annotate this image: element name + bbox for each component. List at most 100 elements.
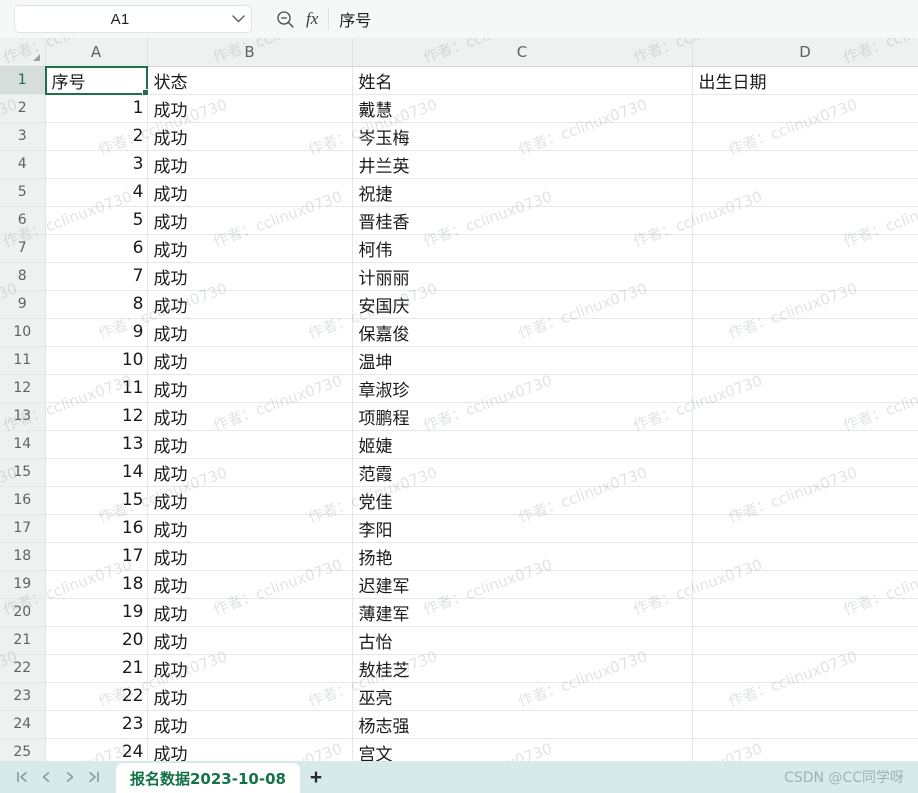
cell-c21[interactable]: 古怡 <box>352 626 693 655</box>
table-row[interactable]: 25 24 成功 宫文 <box>0 738 918 761</box>
cell-b4[interactable]: 成功 <box>147 150 353 179</box>
formula-input[interactable]: 序号 <box>339 7 371 31</box>
cell-c13[interactable]: 项鹏程 <box>352 402 693 431</box>
cell-a14[interactable]: 13 <box>45 430 148 459</box>
cell-b14[interactable]: 成功 <box>147 430 353 459</box>
cell-a4[interactable]: 3 <box>45 150 148 179</box>
row-header[interactable]: 24 <box>0 710 46 739</box>
cell-a23[interactable]: 22 <box>45 682 148 711</box>
column-header-a[interactable]: A <box>45 38 148 67</box>
row-header[interactable]: 12 <box>0 374 46 403</box>
cell-b24[interactable]: 成功 <box>147 710 353 739</box>
row-header[interactable]: 17 <box>0 514 46 543</box>
cell-c14[interactable]: 姬婕 <box>352 430 693 459</box>
table-row[interactable]: 6 5 成功 晋桂香 <box>0 206 918 235</box>
table-row[interactable]: 8 7 成功 计丽丽 <box>0 262 918 291</box>
table-row[interactable]: 22 21 成功 敖桂芝 <box>0 654 918 683</box>
table-row[interactable]: 10 9 成功 保嘉俊 <box>0 318 918 347</box>
next-sheet-icon[interactable] <box>58 764 82 790</box>
cell-c9[interactable]: 安国庆 <box>352 290 693 319</box>
cell-c6[interactable]: 晋桂香 <box>352 206 693 235</box>
cell-c5[interactable]: 祝捷 <box>352 178 693 207</box>
cell-a18[interactable]: 17 <box>45 542 148 571</box>
row-header[interactable]: 20 <box>0 598 46 627</box>
row-header[interactable]: 4 <box>0 150 46 179</box>
cell-a19[interactable]: 18 <box>45 570 148 599</box>
cell-d14[interactable] <box>692 430 918 459</box>
cell-d1[interactable]: 出生日期 <box>692 66 918 95</box>
table-row[interactable]: 12 11 成功 章淑珍 <box>0 374 918 403</box>
cell-a7[interactable]: 6 <box>45 234 148 263</box>
table-row[interactable]: 24 23 成功 杨志强 <box>0 710 918 739</box>
cell-b22[interactable]: 成功 <box>147 654 353 683</box>
cell-b21[interactable]: 成功 <box>147 626 353 655</box>
cell-c24[interactable]: 杨志强 <box>352 710 693 739</box>
cell-d8[interactable] <box>692 262 918 291</box>
cell-c15[interactable]: 范霞 <box>352 458 693 487</box>
cell-d5[interactable] <box>692 178 918 207</box>
cell-a10[interactable]: 9 <box>45 318 148 347</box>
cell-d25[interactable] <box>692 738 918 761</box>
previous-sheet-icon[interactable] <box>34 764 58 790</box>
cell-b19[interactable]: 成功 <box>147 570 353 599</box>
cell-c10[interactable]: 保嘉俊 <box>352 318 693 347</box>
cell-d9[interactable] <box>692 290 918 319</box>
table-row[interactable]: 18 17 成功 扬艳 <box>0 542 918 571</box>
cell-a6[interactable]: 5 <box>45 206 148 235</box>
first-sheet-icon[interactable] <box>10 764 34 790</box>
row-header[interactable]: 15 <box>0 458 46 487</box>
row-header[interactable]: 22 <box>0 654 46 683</box>
cell-a11[interactable]: 10 <box>45 346 148 375</box>
table-row[interactable]: 19 18 成功 迟建军 <box>0 570 918 599</box>
cell-d23[interactable] <box>692 682 918 711</box>
cell-a15[interactable]: 14 <box>45 458 148 487</box>
cell-c25[interactable]: 宫文 <box>352 738 693 761</box>
cell-d4[interactable] <box>692 150 918 179</box>
cell-a12[interactable]: 11 <box>45 374 148 403</box>
cell-d18[interactable] <box>692 542 918 571</box>
row-header[interactable]: 2 <box>0 94 46 123</box>
cell-d3[interactable] <box>692 122 918 151</box>
cell-c1[interactable]: 姓名 <box>352 66 693 95</box>
table-row[interactable]: 17 16 成功 李阳 <box>0 514 918 543</box>
row-header[interactable]: 18 <box>0 542 46 571</box>
row-header[interactable]: 1 <box>0 66 46 95</box>
table-row[interactable]: 1 序号 状态 姓名 出生日期 <box>0 66 918 95</box>
cell-a13[interactable]: 12 <box>45 402 148 431</box>
row-header[interactable]: 16 <box>0 486 46 515</box>
table-row[interactable]: 14 13 成功 姬婕 <box>0 430 918 459</box>
cell-b13[interactable]: 成功 <box>147 402 353 431</box>
cell-d13[interactable] <box>692 402 918 431</box>
cell-a3[interactable]: 2 <box>45 122 148 151</box>
row-header[interactable]: 21 <box>0 626 46 655</box>
table-row[interactable]: 2 1 成功 戴慧 <box>0 94 918 123</box>
cell-c2[interactable]: 戴慧 <box>352 94 693 123</box>
last-sheet-icon[interactable] <box>82 764 106 790</box>
table-row[interactable]: 11 10 成功 温坤 <box>0 346 918 375</box>
row-header[interactable]: 7 <box>0 234 46 263</box>
cell-d21[interactable] <box>692 626 918 655</box>
table-row[interactable]: 16 15 成功 党佳 <box>0 486 918 515</box>
table-row[interactable]: 4 3 成功 井兰英 <box>0 150 918 179</box>
cell-b15[interactable]: 成功 <box>147 458 353 487</box>
table-row[interactable]: 3 2 成功 岑玉梅 <box>0 122 918 151</box>
table-row[interactable]: 15 14 成功 范霞 <box>0 458 918 487</box>
row-header[interactable]: 10 <box>0 318 46 347</box>
cell-d15[interactable] <box>692 458 918 487</box>
cell-d7[interactable] <box>692 234 918 263</box>
cell-b10[interactable]: 成功 <box>147 318 353 347</box>
cell-c8[interactable]: 计丽丽 <box>352 262 693 291</box>
cell-a17[interactable]: 16 <box>45 514 148 543</box>
cell-c20[interactable]: 薄建军 <box>352 598 693 627</box>
cell-b2[interactable]: 成功 <box>147 94 353 123</box>
cell-b12[interactable]: 成功 <box>147 374 353 403</box>
cell-b11[interactable]: 成功 <box>147 346 353 375</box>
row-header[interactable]: 25 <box>0 738 46 761</box>
cell-b17[interactable]: 成功 <box>147 514 353 543</box>
cell-a25[interactable]: 24 <box>45 738 148 761</box>
cell-a5[interactable]: 4 <box>45 178 148 207</box>
row-header[interactable]: 14 <box>0 430 46 459</box>
cell-c11[interactable]: 温坤 <box>352 346 693 375</box>
cell-c19[interactable]: 迟建军 <box>352 570 693 599</box>
cell-c7[interactable]: 柯伟 <box>352 234 693 263</box>
